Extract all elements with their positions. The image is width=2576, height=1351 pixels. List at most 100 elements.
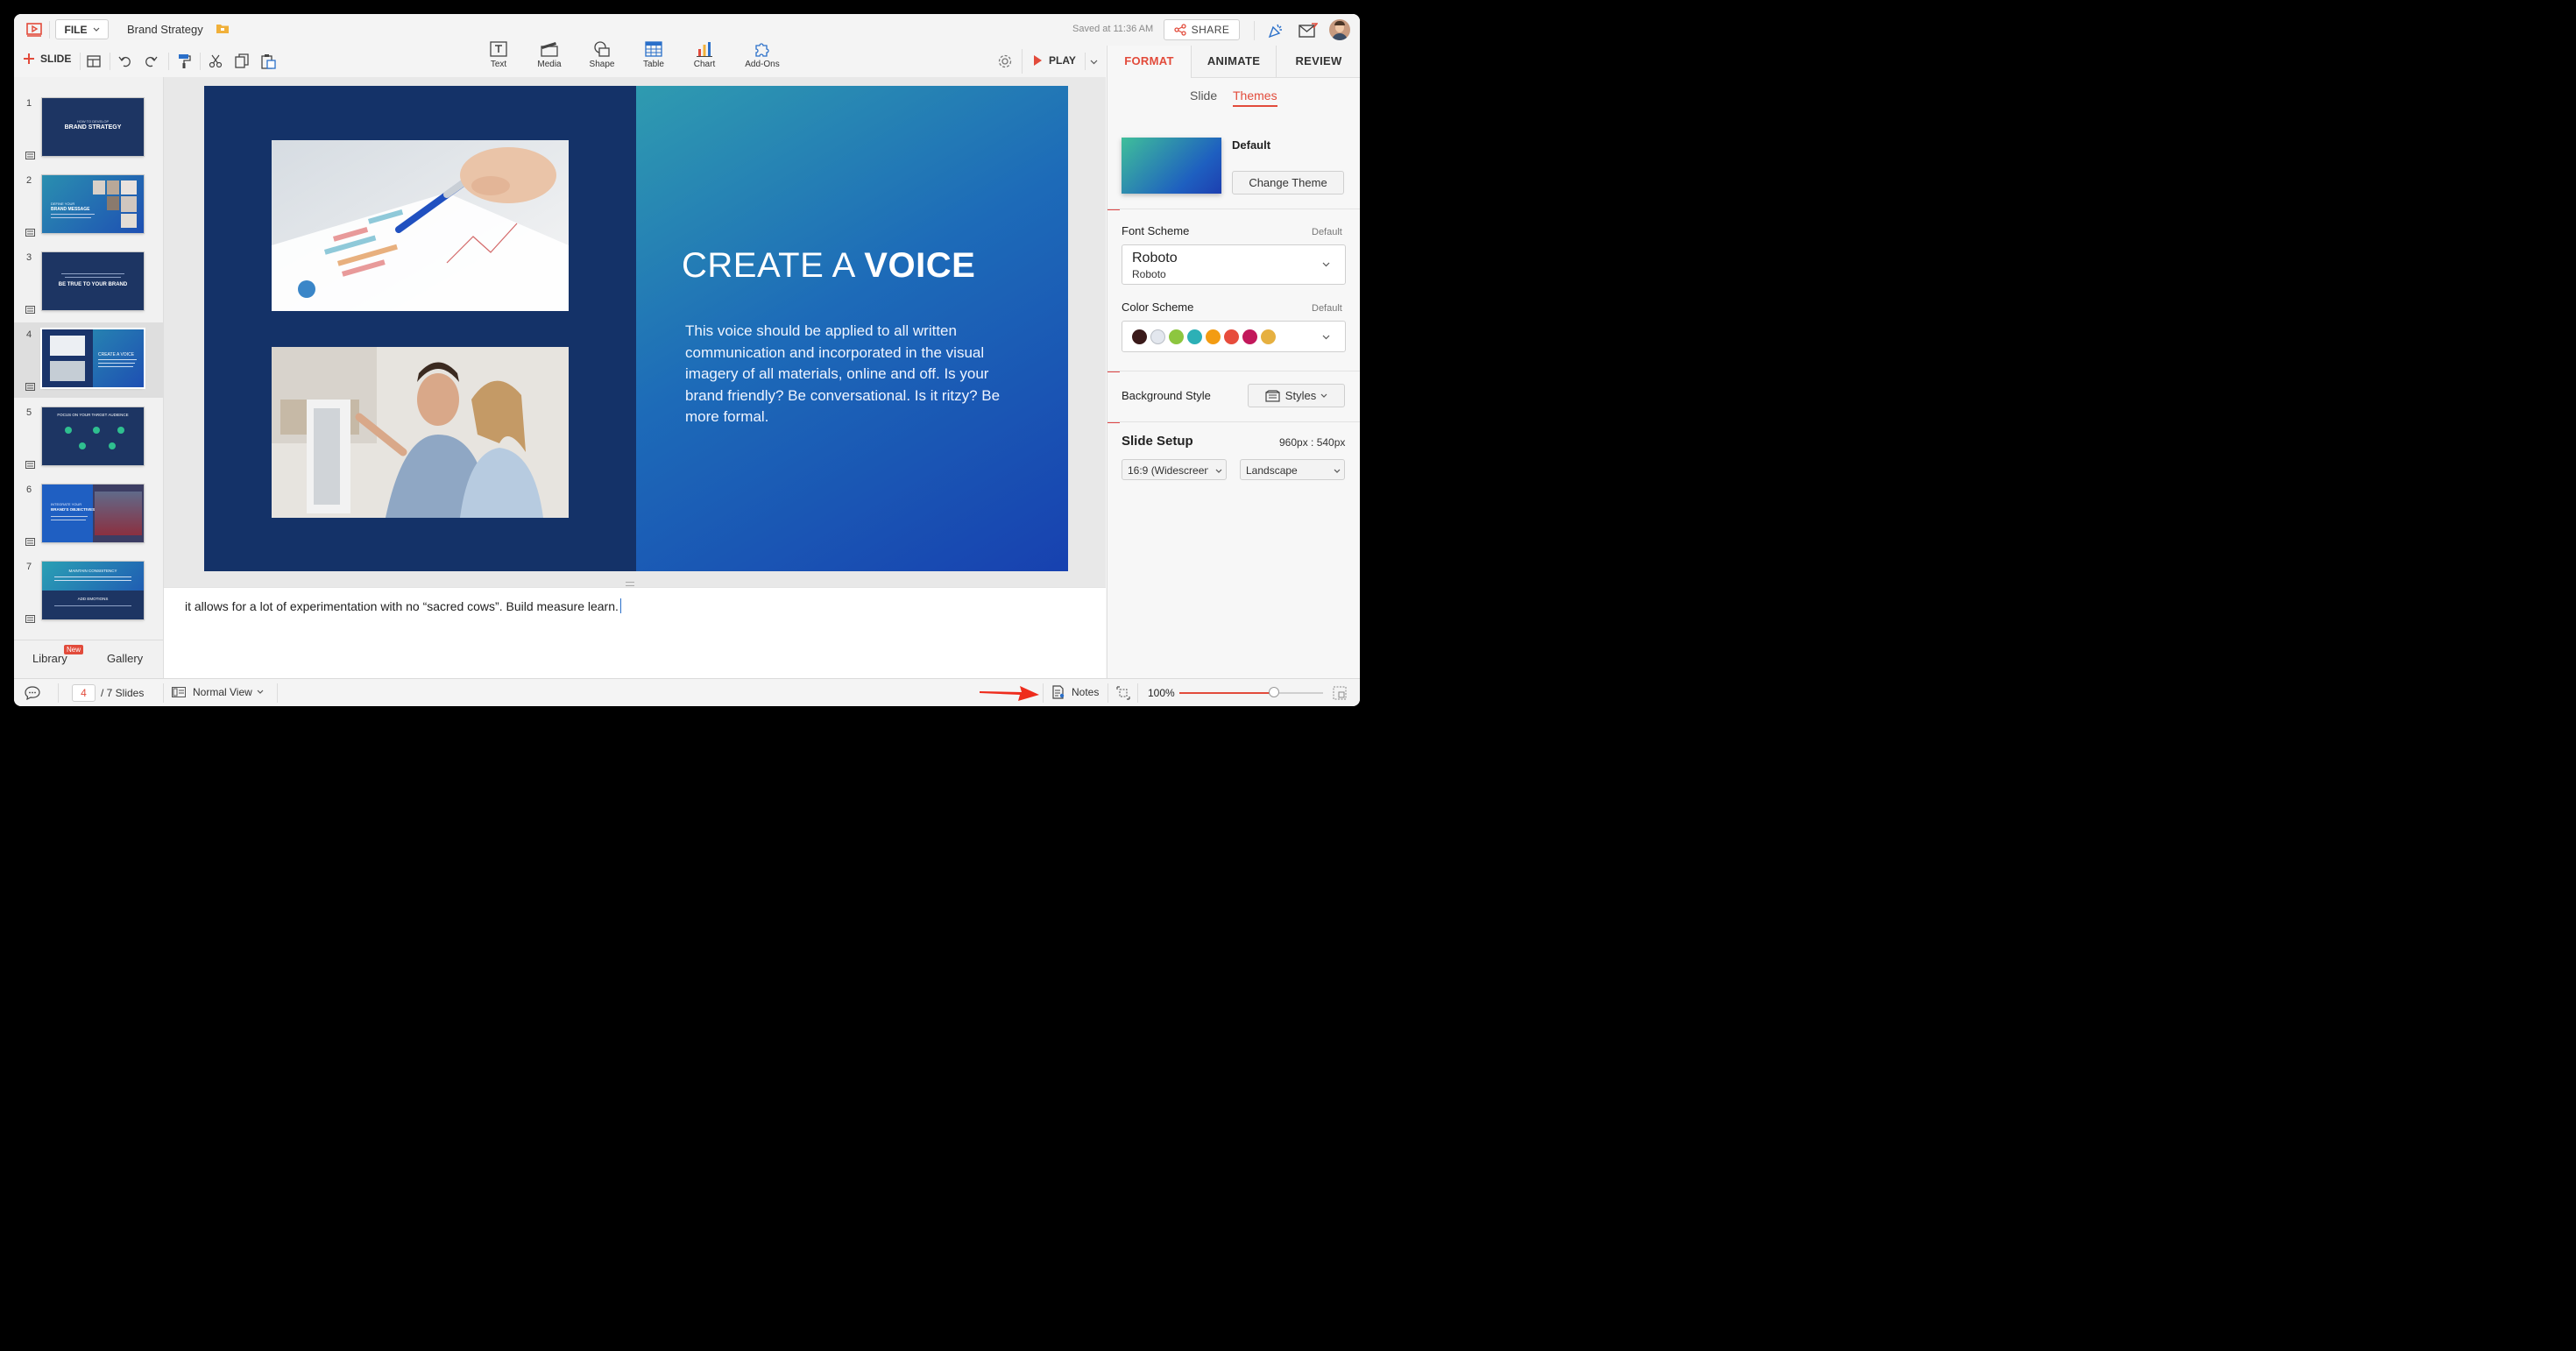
- subtab-slide[interactable]: Slide: [1190, 88, 1217, 103]
- document-title[interactable]: Brand Strategy: [127, 23, 203, 36]
- settings-gear-icon[interactable]: [997, 53, 1013, 69]
- chevron-down-icon: [1334, 469, 1341, 473]
- slide-thumbnail[interactable]: DEFINE YOUR BRAND MESSAGE: [42, 175, 144, 233]
- zoom-level[interactable]: 100%: [1148, 687, 1175, 699]
- slide-thumbnail[interactable]: FOCUS ON YOUR TARGET AUDIENCE: [42, 407, 144, 465]
- chevron-down-icon: [1322, 335, 1330, 340]
- cut-icon[interactable]: [209, 54, 223, 68]
- media-clapper-icon: [541, 42, 558, 57]
- slide-image-people-computer[interactable]: [272, 347, 569, 518]
- mail-notification-icon[interactable]: [1299, 23, 1318, 39]
- folder-icon[interactable]: [216, 24, 229, 33]
- slide-title-light: CREATE A: [682, 246, 865, 285]
- animation-icon: [25, 229, 35, 237]
- thumb-subtitle: HOW TO DEVELOP: [76, 119, 110, 124]
- new-slide-button[interactable]: SLIDE: [23, 53, 71, 65]
- media-tool-label: Media: [537, 60, 562, 69]
- file-menu-button[interactable]: FILE: [55, 19, 109, 39]
- slide-thumbnail-row[interactable]: 3 BE TRUE TO YOUR BRAND: [14, 245, 163, 321]
- play-options-chevron-icon[interactable]: [1090, 60, 1098, 65]
- slide-setup-label: Slide Setup: [1122, 434, 1193, 449]
- tab-format[interactable]: FORMAT: [1108, 46, 1191, 78]
- slide-thumbnail-row[interactable]: 6 INTEGRATE YOUR BRAND'S OBJECTIVES: [14, 477, 163, 553]
- zoom-slider-handle[interactable]: [1269, 687, 1280, 697]
- chevron-down-icon: [1320, 393, 1327, 398]
- insert-media-tool[interactable]: Media: [525, 40, 574, 69]
- insert-chart-tool[interactable]: Chart: [680, 40, 729, 69]
- slide-number: 2: [26, 175, 32, 186]
- play-button[interactable]: PLAY: [1033, 54, 1076, 67]
- tab-review[interactable]: REVIEW: [1277, 46, 1360, 77]
- status-bar: 4 / 7 Slides Normal View Notes 100%: [14, 678, 1360, 706]
- speaker-notes-area[interactable]: it allows for a lot of experimentation w…: [164, 587, 1106, 679]
- insert-shape-tool[interactable]: Shape: [577, 40, 626, 69]
- whats-new-icon[interactable]: [1267, 22, 1284, 39]
- slide-thumbnail[interactable]: HOW TO DEVELOP BRAND STRATEGY: [42, 98, 144, 156]
- subtab-themes[interactable]: Themes: [1233, 88, 1277, 107]
- thumb-title: BRAND MESSAGE: [51, 207, 90, 212]
- show-logo-icon[interactable]: [26, 23, 42, 37]
- notes-resize-handle[interactable]: [626, 582, 634, 586]
- redo-icon[interactable]: [144, 54, 158, 68]
- thumb-title: CREATE A VOICE: [98, 352, 135, 357]
- slide-thumbnail-row[interactable]: 2 DEFINE YOUR BRAND MESSAGE: [14, 168, 163, 244]
- slide-number: 3: [26, 252, 32, 263]
- text-box-icon: [490, 41, 507, 57]
- current-slide[interactable]: CREATE A VOICE This voice should be appl…: [204, 86, 1068, 571]
- change-theme-button[interactable]: Change Theme: [1232, 171, 1344, 195]
- fullscreen-icon[interactable]: [1333, 686, 1347, 700]
- zoom-slider-track[interactable]: [1179, 687, 1323, 697]
- styles-button[interactable]: Styles: [1248, 384, 1345, 407]
- slide-thumbnail-row-selected[interactable]: 4 CREATE A VOICE: [14, 322, 163, 398]
- notes-toggle-button[interactable]: Notes: [1052, 685, 1099, 699]
- slide-thumbnail-row[interactable]: 1 HOW TO DEVELOP BRAND STRATEGY: [14, 91, 163, 166]
- slide-canvas: CREATE A VOICE This voice should be appl…: [164, 77, 1106, 587]
- share-button[interactable]: SHARE: [1164, 19, 1240, 40]
- paste-icon[interactable]: [261, 53, 276, 69]
- slide-thumbnail[interactable]: INTEGRATE YOUR BRAND'S OBJECTIVES: [42, 485, 144, 542]
- thumb-title: BRAND'S OBJECTIVES: [51, 507, 96, 512]
- comments-icon[interactable]: [25, 686, 40, 700]
- view-mode-select[interactable]: Normal View: [172, 686, 264, 698]
- thumb-subtitle: DEFINE YOUR: [51, 202, 75, 206]
- slide-title-bold: VOICE: [864, 246, 976, 285]
- slide-thumbnail[interactable]: CREATE A VOICE: [42, 329, 144, 387]
- gallery-tab[interactable]: Gallery: [107, 652, 143, 665]
- insert-table-tool[interactable]: Table: [629, 40, 678, 69]
- format-painter-icon[interactable]: [177, 53, 191, 69]
- zoom-slider-fill: [1179, 692, 1275, 694]
- tab-animate[interactable]: ANIMATE: [1192, 46, 1276, 77]
- notes-text[interactable]: it allows for a lot of experimentation w…: [185, 598, 621, 613]
- slide-thumbnail[interactable]: MAINTAIN CONSISTENCY ADD EMOTIONS: [42, 562, 144, 619]
- fit-to-window-icon[interactable]: [1116, 686, 1130, 700]
- slide-number: 4: [26, 329, 32, 340]
- font-primary: Roboto: [1132, 251, 1178, 265]
- animation-icon: [25, 615, 35, 623]
- insert-text-tool[interactable]: Text: [474, 40, 523, 69]
- thumb-subtitle: MAINTAIN CONSISTENCY: [68, 569, 117, 573]
- slide-body-text[interactable]: This voice should be applied to all writ…: [685, 321, 1009, 428]
- animation-icon: [25, 383, 35, 391]
- slide-thumbnail-row[interactable]: 7 MAINTAIN CONSISTENCY ADD EMOTIONS: [14, 555, 163, 630]
- slide-image-chart-pen[interactable]: [272, 140, 569, 311]
- user-avatar[interactable]: [1329, 19, 1350, 40]
- slide-thumbnail[interactable]: BE TRUE TO YOUR BRAND: [42, 252, 144, 310]
- slide-thumbnail-panel: 1 HOW TO DEVELOP BRAND STRATEGY 2 DEFINE…: [14, 77, 164, 678]
- library-tab[interactable]: Library: [32, 652, 67, 665]
- slide-title[interactable]: CREATE A VOICE: [682, 246, 975, 286]
- color-swatch: [1150, 329, 1165, 344]
- slide-number: 6: [26, 485, 32, 495]
- notes-label: Notes: [1072, 686, 1100, 698]
- layout-icon[interactable]: [87, 54, 101, 68]
- aspect-ratio-select[interactable]: 16:9 (Widescreen): [1122, 459, 1227, 480]
- orientation-select[interactable]: Landscape: [1240, 459, 1345, 480]
- animation-icon: [25, 306, 35, 314]
- slide-thumbnail-row[interactable]: 5 FOCUS ON YOUR TARGET AUDIENCE: [14, 400, 163, 476]
- current-page-input[interactable]: 4: [72, 684, 96, 702]
- insert-addons-tool[interactable]: Add-Ons: [738, 40, 787, 69]
- undo-icon[interactable]: [118, 54, 132, 68]
- copy-icon[interactable]: [235, 53, 250, 69]
- font-scheme-select[interactable]: Roboto Roboto: [1122, 244, 1346, 285]
- theme-preview[interactable]: [1122, 138, 1221, 194]
- color-scheme-select[interactable]: [1122, 321, 1346, 352]
